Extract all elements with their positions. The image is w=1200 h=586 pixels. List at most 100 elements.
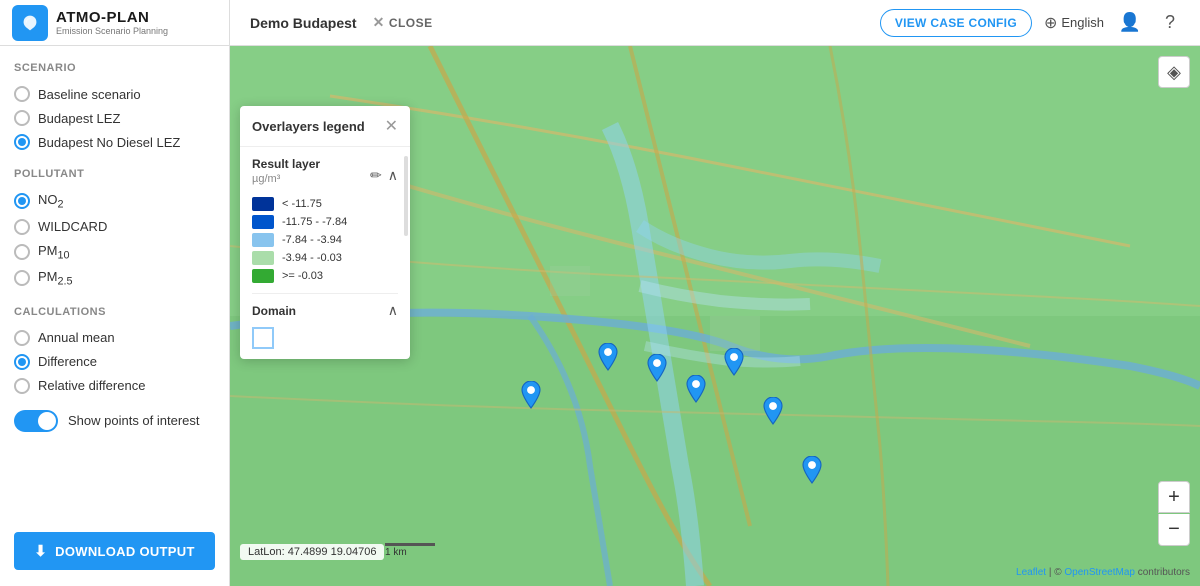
leaflet-link[interactable]: Leaflet xyxy=(1016,567,1046,578)
view-case-config-button[interactable]: VIEW CASE CONFIG xyxy=(880,9,1032,37)
legend-color-3 xyxy=(252,251,274,265)
pollutant-pm25[interactable]: PM2.5 xyxy=(14,265,215,292)
radio-relative-difference xyxy=(14,378,30,394)
calc-difference-label: Difference xyxy=(38,354,97,369)
legend-color-4 xyxy=(252,269,274,283)
pollutant-pm25-label: PM2.5 xyxy=(38,269,73,288)
download-label: DOWNLOAD OUTPUT xyxy=(55,544,195,559)
download-icon: ⬇ xyxy=(34,542,47,560)
radio-budapest-lez xyxy=(14,110,30,126)
pollutant-section-label: Pollutant xyxy=(14,168,215,180)
domain-section: Domain ∧ xyxy=(252,293,398,319)
map-controls: ◈ xyxy=(1158,56,1190,88)
translate-icon: ⊕ xyxy=(1044,13,1057,33)
latlon-display: LatLon: 47.4899 19.04706 xyxy=(240,544,384,560)
zoom-out-button[interactable]: − xyxy=(1158,514,1190,546)
scale-bar: 1 km xyxy=(385,543,435,558)
result-layer-header: Result layer µg/m³ ✏ ∧ xyxy=(252,157,398,193)
legend-collapse-icon[interactable]: ∧ xyxy=(388,167,398,184)
legend-color-2 xyxy=(252,233,274,247)
scenario-budapest-no-diesel[interactable]: Budapest No Diesel LEZ xyxy=(14,130,215,154)
legend-item-2: -7.84 - -3.94 xyxy=(252,233,398,247)
map-marker-5[interactable] xyxy=(759,397,787,433)
radio-annual-mean xyxy=(14,330,30,346)
legend-label-1: -11.75 - -7.84 xyxy=(282,216,347,228)
pm10-subscript: 10 xyxy=(58,249,70,261)
pollutant-pm10[interactable]: PM10 xyxy=(14,239,215,266)
pollutant-pm10-label: PM10 xyxy=(38,243,70,262)
map-marker-2[interactable] xyxy=(643,354,671,390)
language-label: English xyxy=(1061,15,1104,30)
contributors-text: contributors xyxy=(1138,567,1190,578)
scenario-section-label: Scenario xyxy=(14,62,215,74)
radio-difference xyxy=(14,354,30,370)
calculations-section-label: Calculations xyxy=(14,306,215,318)
scale-label: 1 km xyxy=(385,547,407,558)
scenario-budapest-lez[interactable]: Budapest LEZ xyxy=(14,106,215,130)
demo-title: Demo Budapest xyxy=(250,15,357,31)
map-attribution: Leaflet | © OpenStreetMap contributors xyxy=(1016,567,1190,578)
radio-pm25 xyxy=(14,270,30,286)
close-label: CLOSE xyxy=(389,16,433,30)
legend-items: < -11.75 -11.75 - -7.84 -7.84 - -3.94 -3… xyxy=(252,197,398,283)
legend-title: Overlayers legend xyxy=(252,119,365,134)
calc-annual-mean[interactable]: Annual mean xyxy=(14,326,215,350)
radio-wildcard xyxy=(14,219,30,235)
pollutant-wildcard[interactable]: WILDCARD xyxy=(14,215,215,239)
zoom-in-button[interactable]: + xyxy=(1158,481,1190,513)
calc-difference[interactable]: Difference xyxy=(14,350,215,374)
domain-collapse-icon[interactable]: ∧ xyxy=(388,302,398,319)
result-layer-unit: µg/m³ xyxy=(252,173,320,185)
legend-close-button[interactable]: ✕ xyxy=(385,116,398,136)
pollutant-no2[interactable]: NO2 xyxy=(14,188,215,215)
map-marker-0[interactable] xyxy=(517,381,545,417)
scale-line xyxy=(385,543,435,546)
pm25-subscript: 2.5 xyxy=(58,276,73,288)
header-middle: Demo Budapest ✕ CLOSE xyxy=(230,14,880,31)
legend-color-1 xyxy=(252,215,274,229)
pollutant-no2-label: NO2 xyxy=(38,192,64,211)
radio-budapest-no-diesel xyxy=(14,134,30,150)
logo-area: ATMO-PLAN Emission Scenario Planning xyxy=(0,0,230,45)
calc-relative-difference-label: Relative difference xyxy=(38,378,145,393)
close-button[interactable]: ✕ CLOSE xyxy=(373,14,433,31)
calc-annual-mean-label: Annual mean xyxy=(38,330,115,345)
legend-item-4: >= -0.03 xyxy=(252,269,398,283)
result-layer-info: Result layer µg/m³ xyxy=(252,157,320,193)
layers-button[interactable]: ◈ xyxy=(1158,56,1190,88)
legend-label-2: -7.84 - -3.94 xyxy=(282,234,342,246)
poi-toggle[interactable] xyxy=(14,410,58,432)
osm-link[interactable]: OpenStreetMap xyxy=(1064,567,1135,578)
result-layer-title: Result layer xyxy=(252,157,320,171)
attribution-separator: | © xyxy=(1049,567,1062,578)
scenario-baseline[interactable]: Baseline scenario xyxy=(14,82,215,106)
language-selector[interactable]: ⊕ English xyxy=(1044,13,1104,33)
legend-item-0: < -11.75 xyxy=(252,197,398,211)
map-area[interactable]: Overlayers legend ✕ Result layer µg/m³ ✏… xyxy=(230,46,1200,586)
domain-box xyxy=(252,327,274,349)
app-header: ATMO-PLAN Emission Scenario Planning Dem… xyxy=(0,0,1200,46)
map-marker-1[interactable] xyxy=(594,343,622,379)
legend-label-0: < -11.75 xyxy=(282,198,322,210)
legend-scrollbar[interactable] xyxy=(404,156,408,236)
radio-baseline xyxy=(14,86,30,102)
map-marker-4[interactable] xyxy=(720,348,748,384)
radio-pm10 xyxy=(14,244,30,260)
scenario-budapest-lez-label: Budapest LEZ xyxy=(38,111,120,126)
app-subtitle: Emission Scenario Planning xyxy=(56,26,168,36)
map-marker-6[interactable] xyxy=(798,456,826,492)
map-marker-3[interactable] xyxy=(682,375,710,411)
main-layout: Scenario Baseline scenario Budapest LEZ … xyxy=(0,46,1200,586)
sidebar: Scenario Baseline scenario Budapest LEZ … xyxy=(0,46,230,586)
legend-header: Overlayers legend ✕ xyxy=(240,106,410,147)
overlayers-legend-popup: Overlayers legend ✕ Result layer µg/m³ ✏… xyxy=(240,106,410,359)
help-button[interactable]: ? xyxy=(1156,9,1184,37)
legend-item-3: -3.94 - -0.03 xyxy=(252,251,398,265)
scenario-budapest-no-diesel-label: Budapest No Diesel LEZ xyxy=(38,135,180,150)
scenario-baseline-label: Baseline scenario xyxy=(38,87,141,102)
download-output-button[interactable]: ⬇ DOWNLOAD OUTPUT xyxy=(14,532,215,570)
legend-edit-icon[interactable]: ✏ xyxy=(370,167,382,184)
legend-body: Result layer µg/m³ ✏ ∧ < -11.75 xyxy=(240,147,410,359)
calc-relative-difference[interactable]: Relative difference xyxy=(14,374,215,398)
account-button[interactable]: 👤 xyxy=(1116,9,1144,37)
